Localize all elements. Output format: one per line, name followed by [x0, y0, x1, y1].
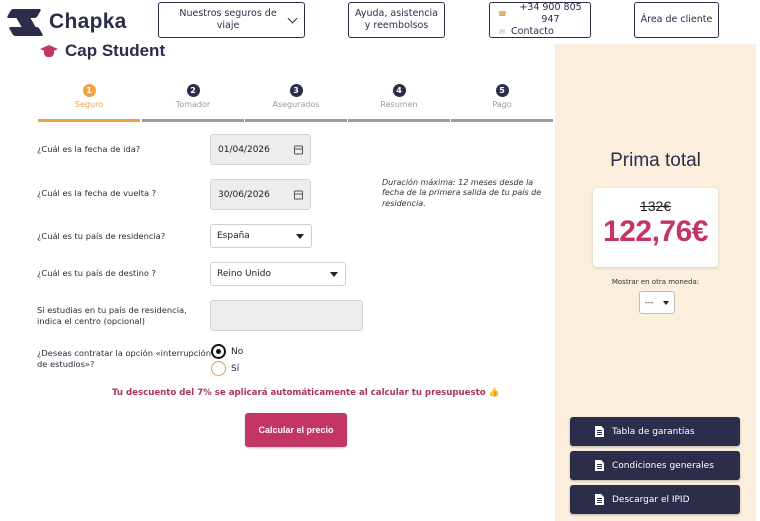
- chapka-logo-icon: [6, 7, 44, 37]
- download-ipid-button[interactable]: Descargar el IPID: [570, 485, 740, 514]
- step-label: Resumen: [380, 100, 418, 109]
- step-number: 5: [495, 84, 509, 97]
- thumbs-up-icon: 👍: [488, 388, 500, 398]
- old-price: 132€: [639, 198, 672, 214]
- step-asegurados: 3 Asegurados: [245, 84, 347, 122]
- discount-text: Tu descuento del 7% se aplicará automáti…: [112, 388, 486, 398]
- dropdown-arrow-icon: [663, 300, 669, 305]
- client-area-button[interactable]: Área de cliente: [634, 2, 719, 38]
- radio-option-si[interactable]: Sí: [211, 361, 239, 376]
- total-premium-label: Prima total: [610, 150, 701, 171]
- step-seguro: 1 Seguro: [38, 84, 140, 122]
- chapka-logo[interactable]: Chapka: [6, 7, 127, 37]
- study-center-label: Si estudias en tu país de residencia, in…: [37, 305, 187, 327]
- step-number: 4: [392, 84, 406, 97]
- radio-label-no: No: [231, 346, 244, 357]
- study-center-label-line-1: Si estudias en tu país de residencia,: [37, 305, 187, 315]
- document-icon: [595, 426, 604, 437]
- chevron-down-icon: [287, 13, 298, 23]
- brand-name: Chapka: [49, 10, 127, 33]
- guarantees-table-label: Tabla de garantías: [612, 426, 695, 437]
- radio-button-selected[interactable]: [211, 344, 226, 359]
- step-label: Asegurados: [272, 100, 320, 109]
- calendar-icon[interactable]: [294, 190, 303, 199]
- new-price: 122,76€: [603, 215, 708, 248]
- step-label: Seguro: [74, 100, 104, 109]
- step-number: 3: [289, 84, 303, 97]
- currency-select[interactable]: ---: [639, 291, 675, 314]
- radio-button[interactable]: [211, 361, 226, 376]
- radio-label-si: Sí: [231, 363, 240, 374]
- mail-icon: ✉: [499, 27, 505, 36]
- interruption-label: ¿Deseas contratar la opción «interrupció…: [37, 348, 211, 370]
- interruption-label-line-1: ¿Deseas contratar la opción «interrupció…: [37, 348, 212, 358]
- step-pago: 5 Pago: [451, 84, 553, 122]
- download-ipid-label: Descargar el IPID: [612, 494, 690, 505]
- duration-note: Duración máxima: 12 meses desde la fecha…: [382, 178, 542, 208]
- step-number: 1: [82, 84, 96, 97]
- step-tomador: 2 Tomador: [142, 84, 244, 122]
- general-conditions-label: Condiciones generales: [612, 460, 714, 471]
- step-number: 2: [186, 84, 200, 97]
- step-resumen: 4 Resumen: [348, 84, 450, 122]
- progress-stepper: 1 Seguro 2 Tomador 3 Asegurados 4 Resume…: [38, 84, 553, 122]
- departure-date-value: 01/04/2026: [218, 144, 270, 155]
- graduation-cap-icon: [39, 43, 59, 59]
- page: Chapka Nuestros seguros de viaje Ayuda, …: [0, 0, 760, 521]
- residence-select[interactable]: España: [210, 224, 312, 248]
- destination-value: Reino Unido: [217, 269, 271, 279]
- help-line-2: y reembolsos: [364, 20, 429, 31]
- return-date-value: 30/06/2026: [218, 189, 270, 200]
- travel-insurance-menu[interactable]: Nuestros seguros de viaje: [158, 2, 305, 38]
- general-conditions-button[interactable]: Condiciones generales: [570, 451, 740, 480]
- step-label: Tomador: [175, 100, 211, 109]
- contact-link[interactable]: Contacto: [511, 26, 554, 38]
- residence-value: España: [217, 231, 250, 241]
- destination-label: ¿Cuál es tu país de destino ?: [37, 268, 156, 278]
- calculate-price-button[interactable]: Calcular el precio: [245, 413, 347, 447]
- study-center-label-line-2: indica el centro (opcional): [37, 316, 145, 327]
- help-line-1: Ayuda, asistencia: [354, 8, 439, 20]
- radio-option-no[interactable]: No: [211, 344, 243, 359]
- currency-label: Mostrar en otra moneda:: [611, 278, 700, 286]
- destination-select[interactable]: Reino Unido: [210, 262, 346, 286]
- dropdown-arrow-icon: [330, 272, 338, 277]
- guarantees-table-button[interactable]: Tabla de garantías: [570, 417, 740, 446]
- phone-icon: ☎: [498, 9, 507, 18]
- price-sidebar: Prima total 132€ 122,76€ Mostrar en otra…: [555, 44, 756, 521]
- calendar-icon[interactable]: [294, 145, 303, 154]
- step-label: Pago: [492, 100, 512, 109]
- currency-value: ---: [645, 298, 654, 307]
- client-area-label: Área de cliente: [640, 14, 713, 26]
- document-icon: [595, 494, 604, 505]
- travel-insurance-menu-label: Nuestros seguros de viaje: [179, 8, 277, 31]
- return-date-input[interactable]: 30/06/2026: [210, 179, 311, 210]
- product-title: Cap Student: [65, 41, 166, 60]
- residence-label: ¿Cuál es tu país de residencia?: [37, 231, 166, 241]
- return-date-label: ¿Cuál es la fecha de vuelta ?: [37, 188, 157, 198]
- departure-date-input[interactable]: 01/04/2026: [210, 134, 311, 165]
- product-header: Cap Student: [39, 41, 165, 61]
- study-center-input[interactable]: [210, 300, 363, 331]
- contact-box[interactable]: ☎ +34 900 805 947 ✉ Contacto: [489, 2, 591, 38]
- document-icon: [595, 460, 604, 471]
- interruption-label-line-2: de estudios»?: [37, 359, 95, 370]
- price-card: 132€ 122,76€: [593, 188, 718, 267]
- phone-number[interactable]: +34 900 805 947: [511, 2, 590, 26]
- departure-date-label: ¿Cuál es la fecha de ida?: [37, 144, 141, 154]
- dropdown-arrow-icon: [296, 234, 304, 239]
- discount-message: Tu descuento del 7% se aplicará automáti…: [112, 388, 499, 398]
- help-assistance-button[interactable]: Ayuda, asistencia y reembolsos: [348, 2, 445, 38]
